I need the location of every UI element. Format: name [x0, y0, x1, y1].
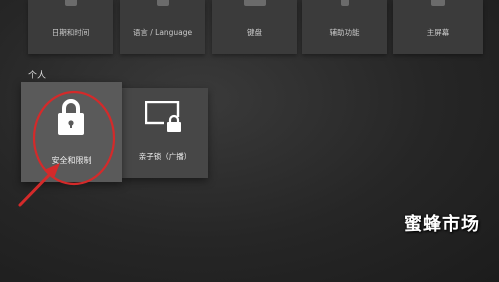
section-personal-label: 个人: [28, 71, 47, 81]
home-screen-icon: [431, 0, 445, 6]
tile-language[interactable]: 语言 / Language: [120, 0, 205, 54]
tile-keyboard[interactable]: 键盘: [212, 0, 297, 54]
monitor-lock-icon: [145, 101, 184, 133]
keyboard-icon: [243, 0, 266, 6]
tile-date-time-label: 日期和时间: [51, 28, 90, 37]
tile-security-label: 安全和限制: [51, 156, 92, 165]
watermark-logo: 蜜蜂市场: [404, 214, 480, 235]
tile-accessibility[interactable]: 辅助功能: [302, 0, 387, 54]
tile-keyboard-label: 键盘: [247, 28, 262, 37]
tile-parental-lock-label: 亲子锁（广播）: [138, 152, 192, 161]
language-icon: [156, 0, 169, 6]
accessibility-icon: [340, 0, 349, 6]
tile-date-time[interactable]: 日期和时间: [28, 0, 113, 54]
tile-home-screen-label: 主屏幕: [426, 28, 450, 37]
tile-language-label: 语言 / Language: [132, 28, 193, 37]
lock-icon: [58, 99, 84, 135]
date-time-icon: [64, 0, 77, 6]
tile-accessibility-label: 辅助功能: [329, 28, 360, 37]
tile-home-screen[interactable]: 主屏幕: [393, 0, 483, 54]
